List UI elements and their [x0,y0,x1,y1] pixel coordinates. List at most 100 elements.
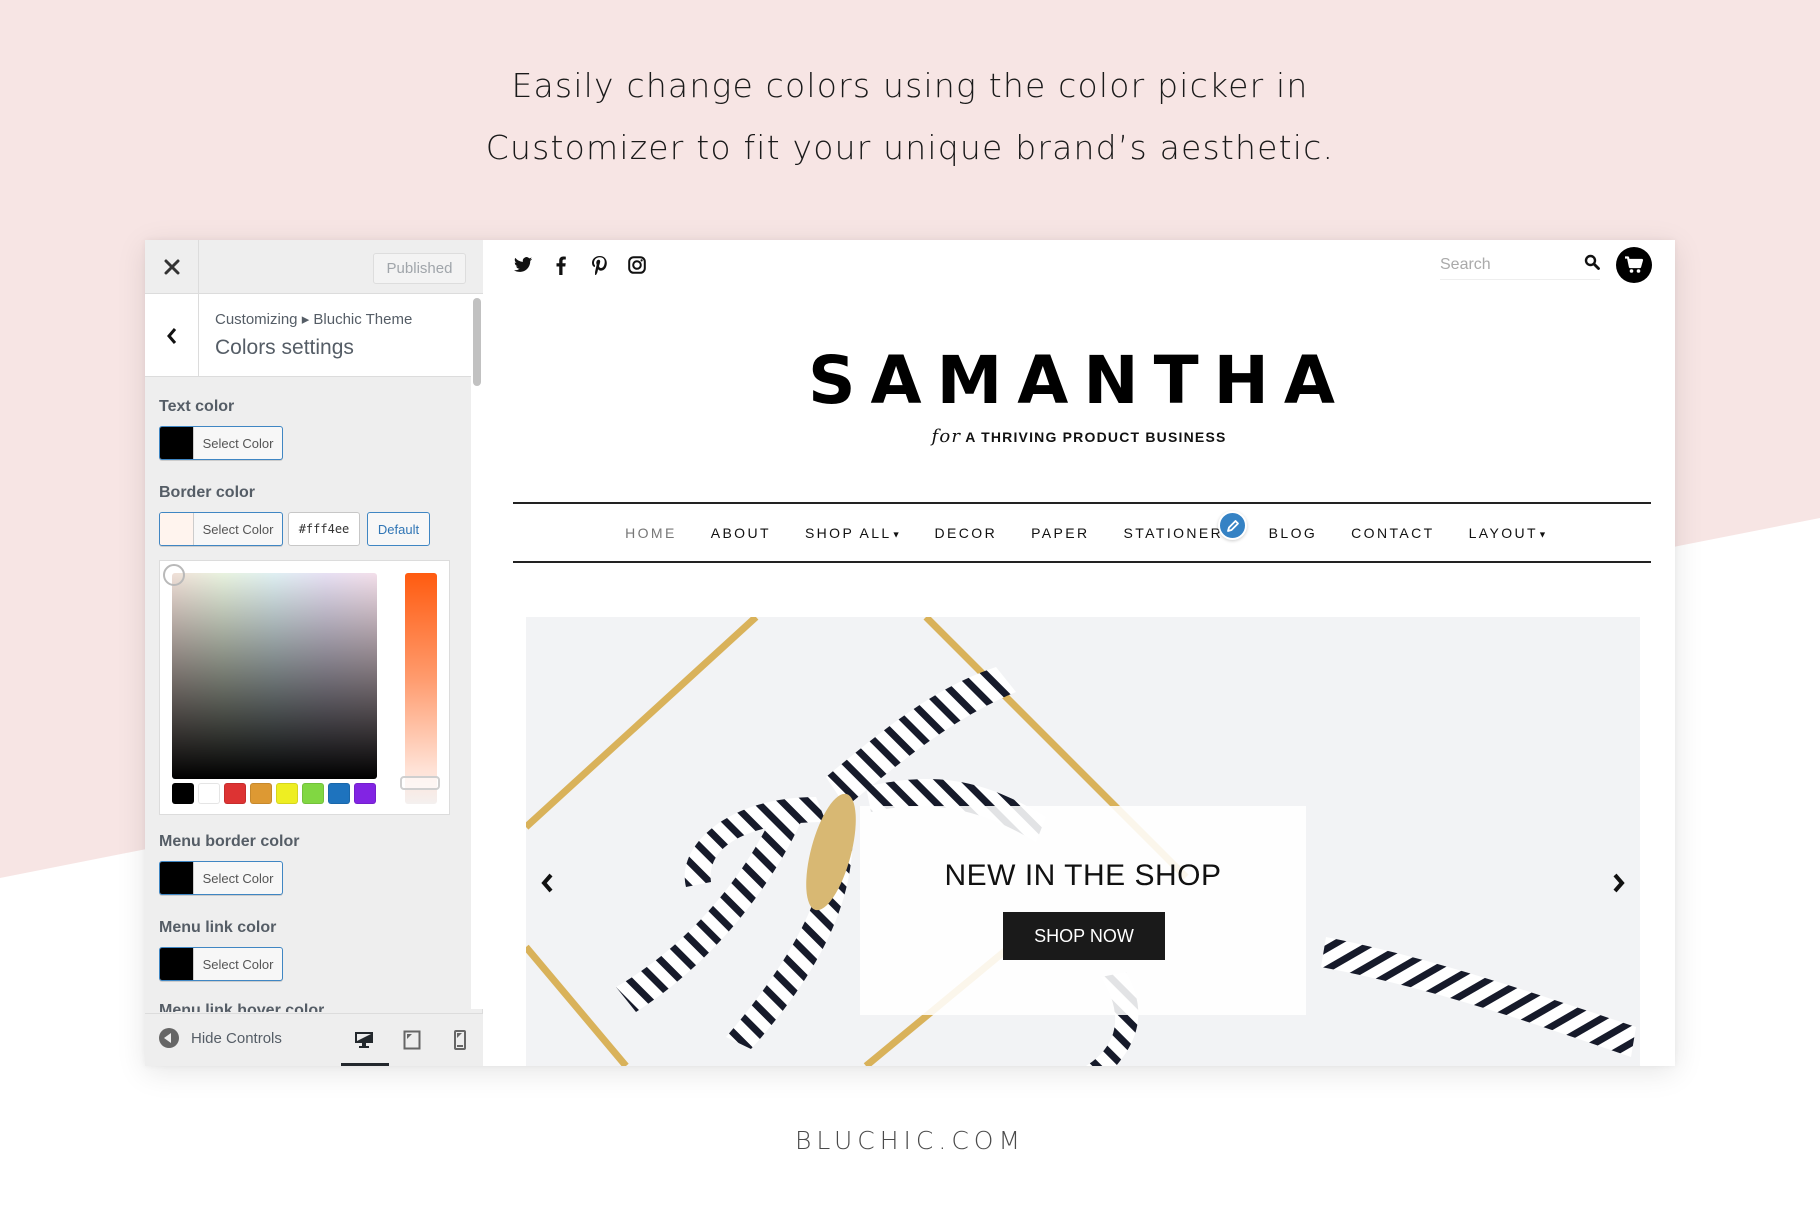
breadcrumb: Customizing ▸ Bluchic Theme [215,311,413,328]
collapse-arrow-icon [159,1028,179,1048]
text-color-select-button[interactable]: Select Color [159,426,283,460]
chevron-left-icon [166,327,176,344]
nav-item-label: DECOR [934,524,998,541]
color-picker: #000000#ffffff#dd3333#dd9933#eeee22#81d7… [159,560,450,815]
cart-button[interactable] [1616,247,1652,283]
nav-item-label: LAYOUT [1468,524,1538,541]
pinterest-link[interactable] [589,255,609,275]
menu-link-color-label: Menu link color [159,919,277,936]
customizer-footer: Hide Controls [145,1013,483,1066]
sidebar-scrollbar[interactable] [471,294,483,1009]
nav-item-layout[interactable]: LAYOUT▼ [1469,525,1547,541]
select-color-label: Select Color [202,870,274,886]
border-color-select-button[interactable]: Select Color [159,512,283,546]
search-icon [1584,254,1600,270]
headline-line-2: Customizer to fit your unique brand’s ae… [485,128,1335,167]
customizer-sidebar: Published Customizing ▸ Bluchic Theme Co… [145,240,483,1066]
nav-item-blog[interactable]: BLOG [1269,525,1318,541]
saturation-lightness-area[interactable] [172,573,377,779]
slider-prev-button[interactable] [535,869,559,897]
facebook-link[interactable] [551,255,571,275]
hue-slider[interactable] [405,573,437,804]
search-input[interactable]: Search [1440,256,1491,274]
section-header: Customizing ▸ Bluchic Theme Colors setti… [145,294,471,377]
nav-item-decor[interactable]: DECOR [935,525,998,541]
text-color-label: Text color [159,398,235,415]
shop-now-button[interactable]: SHOP NOW [1003,912,1165,960]
color-palette: #000000#ffffff#dd3333#dd9933#eeee22#81d7… [172,783,376,804]
nav-item-paper[interactable]: PAPER [1031,525,1089,541]
caret-down-icon: ▼ [891,528,901,539]
edit-shortcut-button[interactable] [1218,511,1247,540]
close-icon [164,259,179,275]
close-customizer-button[interactable] [145,240,199,294]
hide-controls-button[interactable]: Hide Controls [159,1028,282,1048]
color-picker-handle[interactable] [163,564,185,586]
nav-item-home[interactable]: HOME [625,525,677,541]
facebook-icon [556,255,566,275]
twitter-link[interactable] [513,255,533,275]
instagram-link[interactable] [627,255,647,275]
nav-item-label: SHOP ALL [804,524,892,541]
hero-callout: NEW IN THE SHOP SHOP NOW [860,806,1306,1015]
nav-item-label: CONTACT [1351,524,1435,541]
hue-slider-handle[interactable] [400,776,440,790]
site-tagline: for A THRIVING PRODUCT BUSINESS [483,426,1675,447]
palette-swatch[interactable]: #eeee22 [276,783,298,804]
active-device-indicator [341,1063,389,1066]
nav-item-label: BLOG [1268,524,1318,541]
hide-controls-label: Hide Controls [191,1029,282,1047]
palette-swatch[interactable]: #000000 [172,783,194,804]
palette-swatch[interactable]: #dd3333 [224,783,246,804]
slider-next-button[interactable] [1607,869,1631,897]
color-swatch [160,427,194,459]
search-button[interactable] [1584,254,1600,275]
menu-border-color-select-button[interactable]: Select Color [159,861,283,895]
search-field[interactable]: Search [1440,252,1600,280]
published-button[interactable]: Published [373,253,466,284]
menu-link-color-select-button[interactable]: Select Color [159,947,283,981]
select-color-label: Select Color [202,435,274,451]
mobile-icon [454,1030,466,1050]
nav-item-about[interactable]: ABOUT [711,525,771,541]
tagline-script: for [931,426,962,447]
select-color-label: Select Color [202,521,274,537]
color-swatch [160,513,194,545]
headline-line-1: Easily change colors using the color pic… [511,66,1309,105]
back-button[interactable] [145,294,199,377]
nav-item-label: HOME [625,524,677,541]
nav-item-label: ABOUT [710,524,771,541]
site-preview: Search SAMANTHA for A THRIVING PRODUCT BU… [483,240,1675,1066]
preview-mobile-button[interactable] [449,1029,471,1051]
default-color-button[interactable]: Default [367,512,430,546]
scrollbar-thumb[interactable] [473,298,481,386]
menu-border-color-label: Menu border color [159,833,300,850]
desktop-icon [355,1032,373,1048]
sidebar-header: Published [145,240,483,294]
nav-item-contact[interactable]: CONTACT [1351,525,1434,541]
hex-color-input[interactable]: #fff4ee [288,512,360,546]
caret-down-icon: ▼ [1537,528,1547,539]
tablet-icon [403,1030,421,1050]
palette-swatch[interactable]: #dd9933 [250,783,272,804]
preview-tablet-button[interactable] [401,1029,423,1051]
instagram-icon [628,256,646,274]
palette-swatch[interactable]: #1e73be [328,783,350,804]
social-links [513,255,647,275]
palette-swatch[interactable]: #8224e3 [354,783,376,804]
select-color-label: Select Color [202,956,274,972]
customizer-window: Published Customizing ▸ Bluchic Theme Co… [145,240,1675,1066]
site-logo[interactable]: SAMANTHA [483,342,1675,419]
shopping-cart-icon [1625,256,1644,273]
hero-slider: NEW IN THE SHOP SHOP NOW [526,617,1640,1066]
nav-item-label: PAPER [1031,524,1090,541]
chevron-right-icon [1613,873,1625,893]
hero-title: NEW IN THE SHOP [944,859,1222,892]
palette-swatch[interactable]: #ffffff [198,783,220,804]
preview-desktop-button[interactable] [353,1029,375,1051]
border-color-label: Border color [159,484,256,501]
nav-item-shop-all[interactable]: SHOP ALL▼ [805,525,901,541]
nav-items: HOME ABOUT SHOP ALL▼ DECOR PAPER STATIONERY BL… [513,504,1651,561]
footer-brand: BLUCHIC.COM [794,1126,1026,1155]
palette-swatch[interactable]: #81d742 [302,783,324,804]
